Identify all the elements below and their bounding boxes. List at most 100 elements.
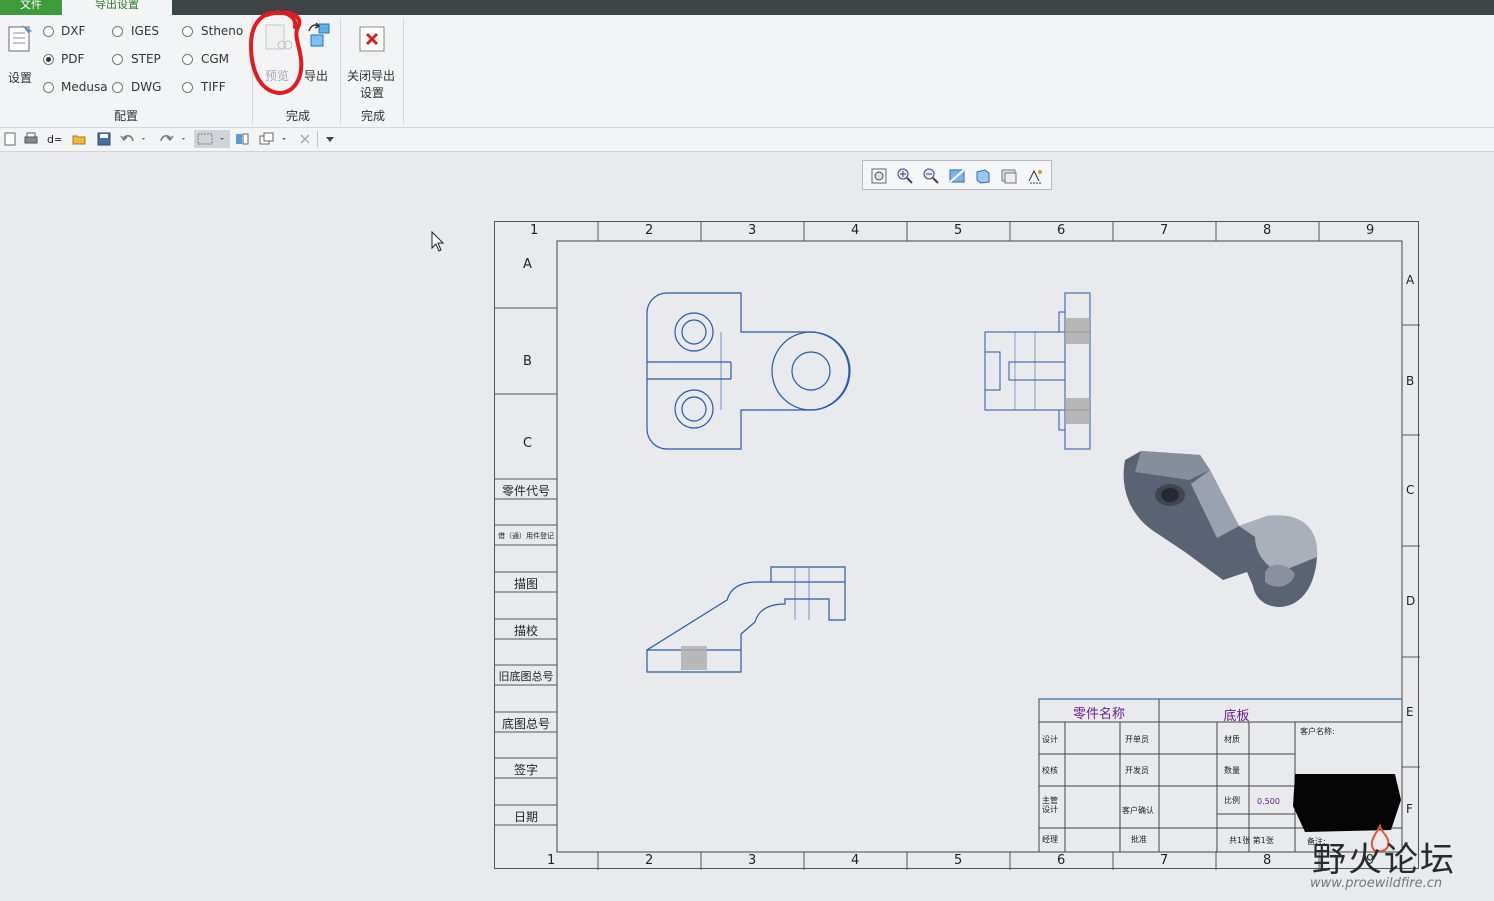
watermark-forum-name: 野火论坛 (1312, 840, 1456, 880)
tb-chief-design: 主管设计 (1042, 796, 1058, 814)
windows-icon[interactable] (259, 132, 289, 146)
dimension-icon[interactable]: d= (47, 132, 61, 146)
tb-quantity: 数量 (1224, 766, 1240, 775)
repaint-icon[interactable] (948, 167, 966, 185)
saved-views-icon[interactable] (1000, 167, 1018, 185)
radio-step[interactable] (112, 54, 123, 65)
settings-label: 设置 (8, 71, 33, 85)
radio-iges[interactable] (112, 26, 123, 37)
radio-pdf[interactable] (43, 54, 54, 65)
tb-design: 设计 (1042, 735, 1058, 744)
left-table-old-base-no: 旧底图总号 (498, 670, 554, 683)
left-table-tracing: 描图 (513, 577, 538, 591)
zone-col-label: 1 (530, 223, 539, 238)
watermark-url: www.proewildfire.cn (1310, 876, 1443, 891)
left-table-trace-check: 描校 (513, 624, 538, 638)
radio-dwg-label: DWG (131, 80, 162, 94)
drawing-frame (495, 222, 1420, 870)
zone-col-label: 2 (645, 853, 654, 868)
svg-text:d=: d= (47, 133, 61, 146)
close-export-label-line2: 设置 (360, 86, 385, 100)
part-name-value: 底板 (1223, 709, 1250, 724)
save-icon[interactable] (97, 132, 111, 146)
zone-col-label: 5 (954, 853, 963, 868)
top-view (646, 566, 846, 673)
radio-dxf[interactable] (43, 26, 54, 37)
export-button[interactable]: 导出 (302, 19, 334, 83)
red-circle-annotation (248, 10, 304, 96)
ribbon: 设置 DXF IGES Stheno PDF STEP CGM Medusa D… (0, 10, 1494, 128)
customize-dropdown-icon[interactable] (323, 132, 337, 146)
zone-col-label: 6 (1057, 223, 1066, 238)
redo-icon[interactable] (158, 132, 188, 146)
radio-step-label: STEP (131, 52, 161, 66)
group-label-config: 配置 (114, 109, 139, 123)
close-export-settings-button[interactable]: 关闭导出 设置 (345, 19, 399, 100)
zone-row-label: E (1406, 705, 1414, 719)
close-window-icon[interactable] (298, 132, 312, 146)
zone-col-label: 8 (1263, 223, 1272, 238)
radio-stheno[interactable] (182, 26, 193, 37)
settings-button[interactable]: 设置 (4, 21, 36, 85)
group-label-finish: 完成 (286, 109, 311, 123)
tb-dev-review: 开发员 (1125, 766, 1149, 775)
zone-col-label: 8 (1263, 853, 1272, 868)
display-style-icon[interactable] (974, 167, 992, 185)
tb-manager: 经理 (1042, 835, 1058, 844)
left-table-date: 日期 (513, 810, 538, 824)
front-view (646, 292, 851, 450)
open-folder-icon[interactable] (72, 132, 86, 146)
tab-export-settings[interactable]: 导出设置 (62, 0, 172, 15)
radio-cgm-label: CGM (201, 52, 230, 66)
zone-col-label: 3 (748, 223, 757, 238)
zoom-in-icon[interactable] (896, 167, 914, 185)
annotation-display-icon[interactable] (1026, 167, 1044, 185)
zone-col-label: 4 (851, 223, 860, 238)
tb-scale-value: 0.500 (1257, 797, 1280, 806)
radio-pdf-label: PDF (61, 52, 85, 66)
toolbar-separator (317, 131, 318, 147)
radio-cgm[interactable] (182, 54, 193, 65)
group-label-finish-2: 完成 (361, 109, 386, 123)
tab-file[interactable]: 文件 (0, 0, 62, 15)
zone-row-label: A (523, 257, 532, 272)
radio-stheno-label: Stheno (201, 24, 244, 38)
zone-col-label: 9 (1366, 223, 1375, 238)
settings-icon (8, 25, 32, 52)
tb-customer-confirm: 客户确认 (1122, 806, 1154, 815)
radio-tiff-label: TIFF (201, 80, 226, 94)
regenerate-icon[interactable] (235, 132, 249, 146)
zone-col-label: 6 (1057, 853, 1066, 868)
drawing-sheet[interactable]: 1 2 3 4 5 6 7 8 9 1 2 3 4 5 6 7 8 9 A B … (494, 221, 1420, 870)
left-table-base-no: 底图总号 (501, 717, 550, 731)
select-box-icon[interactable] (194, 130, 230, 148)
zone-col-label: 7 (1160, 223, 1169, 238)
left-table-part-code: 零件代号 (501, 484, 550, 498)
zoom-fit-icon[interactable] (870, 167, 888, 185)
radio-medusa-label: Medusa (61, 80, 108, 94)
part-name-label: 零件名称 (1072, 707, 1125, 722)
export-label: 导出 (304, 69, 329, 83)
undo-icon[interactable] (120, 132, 148, 146)
tb-customer-name: 客户名称: (1300, 727, 1335, 736)
zone-col-label: 4 (851, 853, 860, 868)
radio-medusa[interactable] (43, 82, 54, 93)
ribbon-separator (340, 18, 341, 124)
zone-col-label: 1 (547, 853, 556, 868)
radio-dxf-label: DXF (61, 24, 86, 38)
zoom-out-icon[interactable] (922, 167, 940, 185)
tab-bar: 文件 导出设置 (0, 0, 1494, 15)
radio-tiff[interactable] (182, 82, 193, 93)
new-file-icon[interactable] (3, 132, 17, 146)
isometric-view (1123, 451, 1318, 607)
mouse-cursor-icon (431, 231, 445, 252)
close-icon (359, 26, 385, 52)
tb-scale-label: 比例 (1224, 796, 1240, 805)
view-toolbar (862, 160, 1052, 190)
zone-col-label: 7 (1160, 853, 1169, 868)
radio-dwg[interactable] (112, 82, 123, 93)
print-icon[interactable] (24, 132, 38, 146)
quick-access-toolbar: d= (0, 128, 1494, 152)
zone-row-label: C (1406, 483, 1415, 497)
ribbon-separator (403, 18, 404, 124)
